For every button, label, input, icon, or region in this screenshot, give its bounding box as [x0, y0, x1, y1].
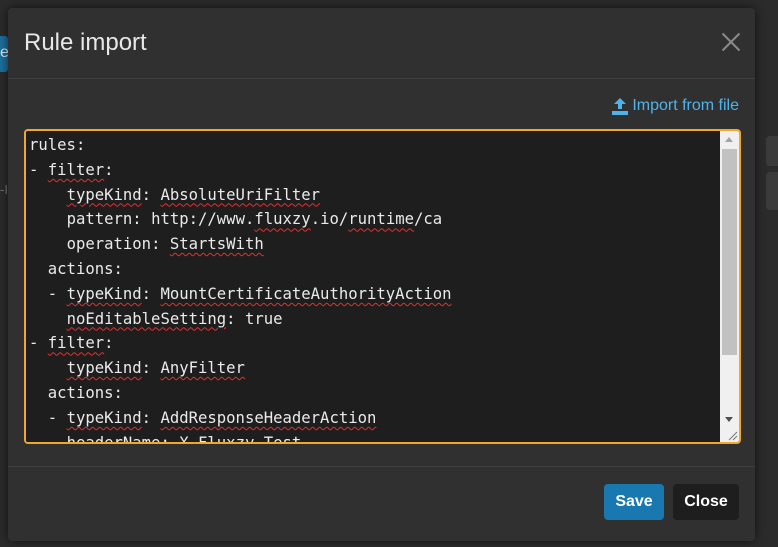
editor-line: noEditableSetting: true — [66, 309, 283, 328]
background-panel-fragment — [766, 136, 778, 166]
editor-line: typeKind: AnyFilter — [66, 359, 245, 378]
editor-line: typeKind: AbsoluteUriFilter — [66, 185, 321, 204]
background-text-fragment: -I — [0, 182, 8, 197]
rule-yaml-text[interactable]: rules: - filter: typeKind: AbsoluteUriFil… — [26, 131, 720, 442]
editor-line: - filter: — [29, 160, 114, 179]
editor-line: - filter: — [29, 334, 114, 353]
save-button[interactable]: Save — [604, 484, 664, 520]
dialog-title: Rule import — [24, 29, 147, 56]
close-button[interactable]: Close — [673, 484, 739, 520]
upload-icon — [612, 97, 629, 115]
dialog-header: Rule import — [8, 8, 755, 79]
editor-line: pattern: http://www.fluxzy.io/runtime/ca — [66, 210, 443, 229]
background-panel-fragment — [766, 172, 778, 210]
editor-line: actions: — [47, 383, 123, 402]
editor-line: headerName: X-Fluxzy-Test — [29, 431, 720, 442]
editor-scrollbar[interactable] — [720, 131, 739, 442]
resize-grip-icon[interactable] — [726, 429, 738, 441]
dialog-footer: Save Close — [8, 466, 755, 541]
editor-line: rules: — [29, 136, 86, 154]
import-from-file-link[interactable]: Import from file — [612, 97, 739, 115]
background-button-fragment: e — [0, 36, 9, 72]
rule-yaml-editor[interactable]: rules: - filter: typeKind: AbsoluteUriFil… — [24, 129, 741, 444]
editor-line: operation: StartsWith — [66, 235, 264, 254]
editor-line: - typeKind: MountCertificateAuthorityAct… — [47, 284, 452, 303]
editor-line: - typeKind: AddResponseHeaderAction — [47, 408, 377, 427]
scroll-up-arrow-icon[interactable] — [720, 131, 739, 148]
import-from-file-label: Import from file — [632, 97, 739, 114]
scrollbar-thumb[interactable] — [722, 149, 737, 355]
editor-line: actions: — [47, 259, 123, 278]
rule-import-dialog: Rule import Import from file rules: - fil… — [8, 8, 755, 541]
close-icon[interactable] — [721, 32, 741, 52]
scroll-down-arrow-icon[interactable] — [720, 411, 739, 428]
